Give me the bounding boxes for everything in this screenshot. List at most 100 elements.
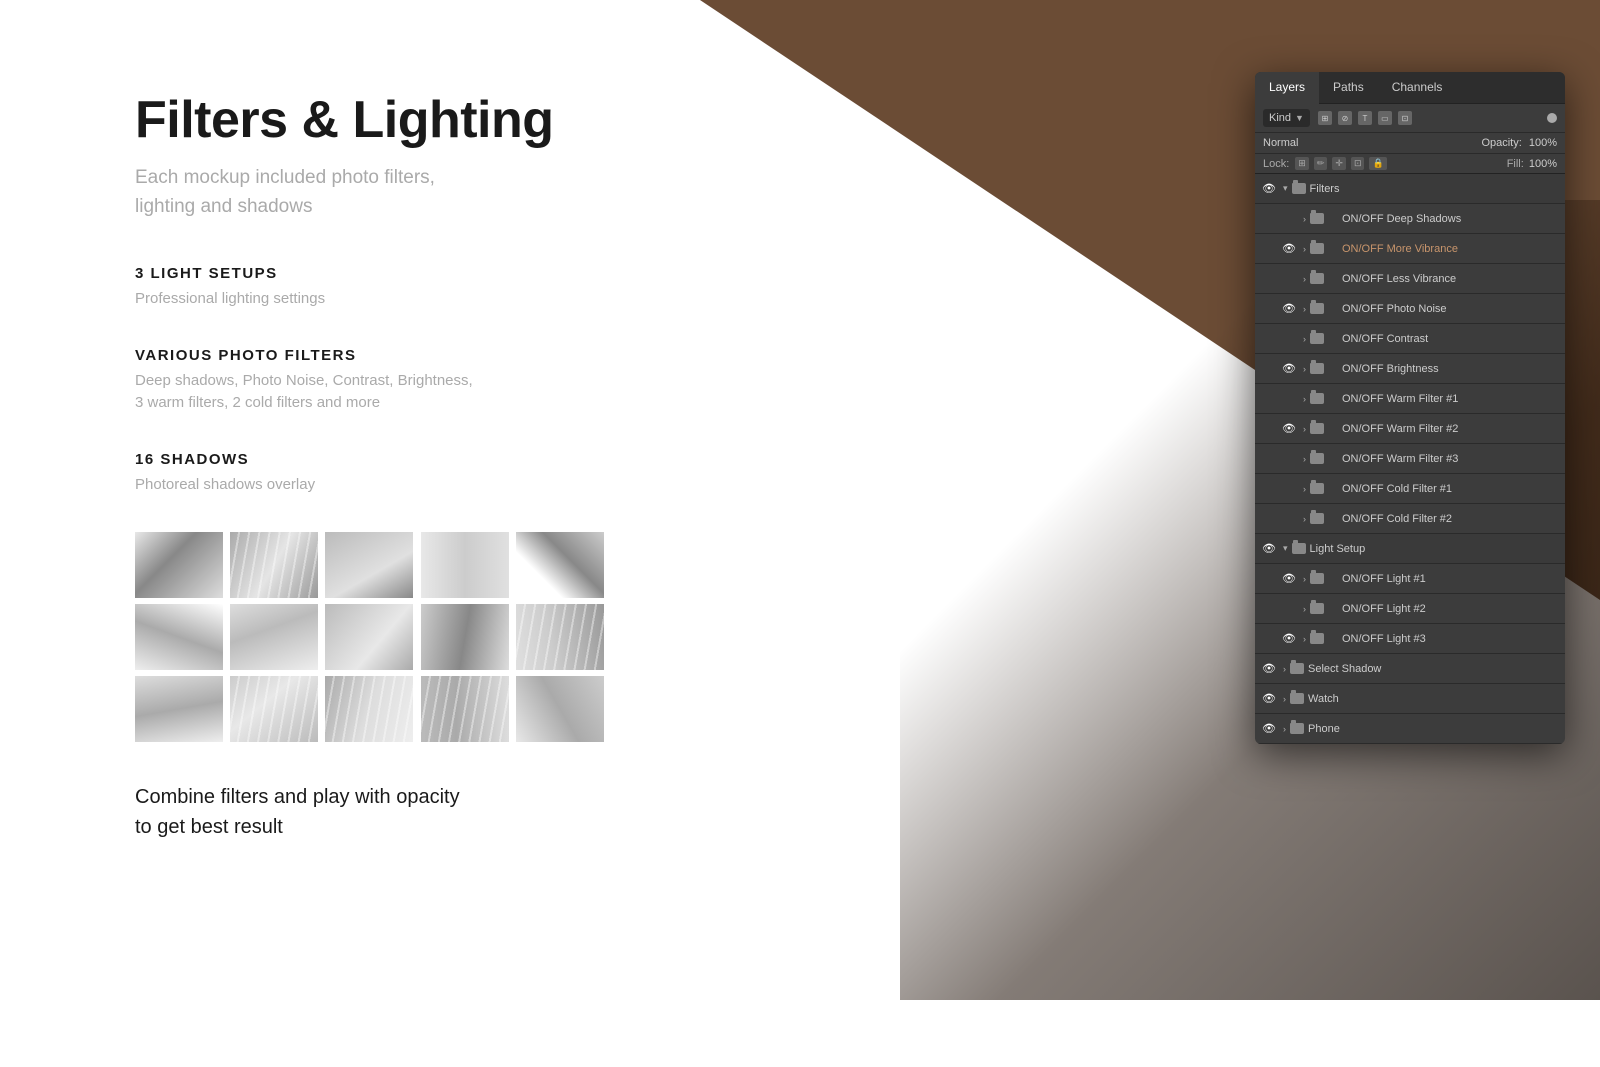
smart-icon[interactable]: ⊡: [1398, 111, 1412, 125]
ps-lock-row: Lock: ⊞ ✏ ✛ ⊡ 🔒 Fill: 100%: [1255, 154, 1565, 174]
chevron-warm-2: ›: [1303, 424, 1306, 434]
chevron-light-3: ›: [1303, 634, 1306, 644]
layer-contrast[interactable]: 👁 › ON/OFF Contrast: [1255, 324, 1565, 354]
layer-name-select-shadow: Select Shadow: [1308, 663, 1559, 675]
lock-move-icon[interactable]: ✛: [1332, 157, 1346, 170]
blend-mode-selector[interactable]: Normal: [1263, 137, 1363, 149]
eye-select-shadow[interactable]: 👁: [1261, 661, 1277, 677]
shadow-thumb-12: [230, 676, 318, 742]
folder-icon-cold-2: [1310, 513, 1324, 524]
photoshop-layers-panel: Layers Paths Channels Kind ▼ ⊞ ⊘ T ▭ ⊡ N…: [1255, 72, 1565, 744]
folder-icon-warm-2: [1310, 423, 1324, 434]
folder-icon-warm-1: [1310, 393, 1324, 404]
layer-less-vibrance[interactable]: 👁 › ON/OFF Less Vibrance: [1255, 264, 1565, 294]
section-shadows-title: 16 SHADOWS: [135, 451, 780, 468]
ps-layers-list: 👁 ▾ Filters 👁 › ON/OFF Deep Shadows 👁 › …: [1255, 174, 1565, 744]
lock-all-icon[interactable]: 🔒: [1369, 157, 1386, 170]
bottom-text: Combine filters and play with opacity to…: [135, 782, 780, 842]
lock-draw-icon[interactable]: ✏: [1314, 157, 1328, 170]
adjust-icon[interactable]: ⊘: [1338, 111, 1352, 125]
folder-icon-brightness: [1310, 363, 1324, 374]
eye-light-3[interactable]: 👁: [1281, 631, 1297, 647]
folder-icon-more-vibrance: [1310, 243, 1324, 254]
section-photo-filters-title: VARIOUS PHOTO FILTERS: [135, 347, 780, 364]
eye-phone[interactable]: 👁: [1261, 721, 1277, 737]
layer-name-phone: Phone: [1308, 723, 1559, 735]
folder-icon-watch: [1290, 693, 1304, 704]
eye-deep-shadows[interactable]: 👁: [1281, 211, 1297, 227]
eye-warm-filter-2[interactable]: 👁: [1281, 421, 1297, 437]
layer-name-light-setup: Light Setup: [1310, 543, 1559, 555]
eye-warm-filter-3[interactable]: 👁: [1281, 451, 1297, 467]
folder-icon-select-shadow: [1290, 663, 1304, 674]
eye-filters[interactable]: 👁: [1261, 181, 1277, 197]
kind-chevron-icon: ▼: [1295, 113, 1304, 123]
tab-channels[interactable]: Channels: [1378, 72, 1457, 103]
tab-layers[interactable]: Layers: [1255, 72, 1319, 104]
section-light-setups: 3 LIGHT SETUPS Professional lighting set…: [135, 265, 780, 311]
chevron-contrast: ›: [1303, 334, 1306, 344]
layer-name-light-1: ON/OFF Light #1: [1342, 573, 1559, 585]
layer-name-light-3: ON/OFF Light #3: [1342, 633, 1559, 645]
chevron-watch: ›: [1283, 694, 1286, 704]
chevron-less-vibrance: ›: [1303, 274, 1306, 284]
section-photo-filters: VARIOUS PHOTO FILTERS Deep shadows, Phot…: [135, 347, 780, 415]
layer-name-warm-filter-3: ON/OFF Warm Filter #3: [1342, 453, 1559, 465]
layer-light-1[interactable]: 👁 › ON/OFF Light #1: [1255, 564, 1565, 594]
chevron-select-shadow: ›: [1283, 664, 1286, 674]
layer-brightness[interactable]: 👁 › ON/OFF Brightness: [1255, 354, 1565, 384]
layer-select-shadow[interactable]: 👁 › Select Shadow: [1255, 654, 1565, 684]
folder-icon-warm-3: [1310, 453, 1324, 464]
shape-icon[interactable]: ▭: [1378, 111, 1392, 125]
layer-cold-filter-1[interactable]: 👁 › ON/OFF Cold Filter #1: [1255, 474, 1565, 504]
eye-warm-filter-1[interactable]: 👁: [1281, 391, 1297, 407]
layer-light-3[interactable]: 👁 › ON/OFF Light #3: [1255, 624, 1565, 654]
chevron-photo-noise: ›: [1303, 304, 1306, 314]
eye-cold-filter-1[interactable]: 👁: [1281, 481, 1297, 497]
chevron-light-1: ›: [1303, 574, 1306, 584]
eye-photo-noise[interactable]: 👁: [1281, 301, 1297, 317]
toolbar-icons: ⊞ ⊘ T ▭ ⊡: [1318, 111, 1412, 125]
section-shadows: 16 SHADOWS Photoreal shadows overlay: [135, 451, 780, 497]
layer-name-cold-filter-1: ON/OFF Cold Filter #1: [1342, 483, 1559, 495]
lock-artboard-icon[interactable]: ⊡: [1351, 157, 1365, 170]
folder-icon-deep-shadows: [1310, 213, 1324, 224]
folder-icon-cold-1: [1310, 483, 1324, 494]
shadow-thumb-3: [325, 532, 413, 598]
layer-more-vibrance[interactable]: 👁 › ON/OFF More Vibrance: [1255, 234, 1565, 264]
layer-warm-filter-2[interactable]: 👁 › ON/OFF Warm Filter #2: [1255, 414, 1565, 444]
eye-light-setup[interactable]: 👁: [1261, 541, 1277, 557]
eye-less-vibrance[interactable]: 👁: [1281, 271, 1297, 287]
layer-light-setup-group[interactable]: 👁 ▾ Light Setup: [1255, 534, 1565, 564]
shadow-grid: [135, 532, 605, 742]
eye-more-vibrance[interactable]: 👁: [1281, 241, 1297, 257]
layer-warm-filter-3[interactable]: 👁 › ON/OFF Warm Filter #3: [1255, 444, 1565, 474]
lock-pixel-icon[interactable]: ⊞: [1295, 157, 1309, 170]
tab-paths[interactable]: Paths: [1319, 72, 1378, 103]
page-title: Filters & Lighting: [135, 90, 780, 150]
eye-contrast[interactable]: 👁: [1281, 331, 1297, 347]
layer-watch[interactable]: 👁 › Watch: [1255, 684, 1565, 714]
section-light-setups-title: 3 LIGHT SETUPS: [135, 265, 780, 282]
eye-light-2[interactable]: 👁: [1281, 601, 1297, 617]
layer-cold-filter-2[interactable]: 👁 › ON/OFF Cold Filter #2: [1255, 504, 1565, 534]
layer-light-2[interactable]: 👁 › ON/OFF Light #2: [1255, 594, 1565, 624]
ps-tabs-bar: Layers Paths Channels: [1255, 72, 1565, 104]
layer-phone[interactable]: 👁 › Phone: [1255, 714, 1565, 744]
chevron-cold-2: ›: [1303, 514, 1306, 524]
layer-warm-filter-1[interactable]: 👁 › ON/OFF Warm Filter #1: [1255, 384, 1565, 414]
type-icon[interactable]: T: [1358, 111, 1372, 125]
layer-name-filters: Filters: [1310, 183, 1559, 195]
chevron-warm-1: ›: [1303, 394, 1306, 404]
eye-brightness[interactable]: 👁: [1281, 361, 1297, 377]
filter-dot: [1547, 113, 1557, 123]
layer-filters-group[interactable]: 👁 ▾ Filters: [1255, 174, 1565, 204]
layer-photo-noise[interactable]: 👁 › ON/OFF Photo Noise: [1255, 294, 1565, 324]
chevron-warm-3: ›: [1303, 454, 1306, 464]
layer-deep-shadows[interactable]: 👁 › ON/OFF Deep Shadows: [1255, 204, 1565, 234]
eye-light-1[interactable]: 👁: [1281, 571, 1297, 587]
kind-selector[interactable]: Kind ▼: [1263, 109, 1310, 127]
pixel-icon[interactable]: ⊞: [1318, 111, 1332, 125]
eye-watch[interactable]: 👁: [1261, 691, 1277, 707]
eye-cold-filter-2[interactable]: 👁: [1281, 511, 1297, 527]
